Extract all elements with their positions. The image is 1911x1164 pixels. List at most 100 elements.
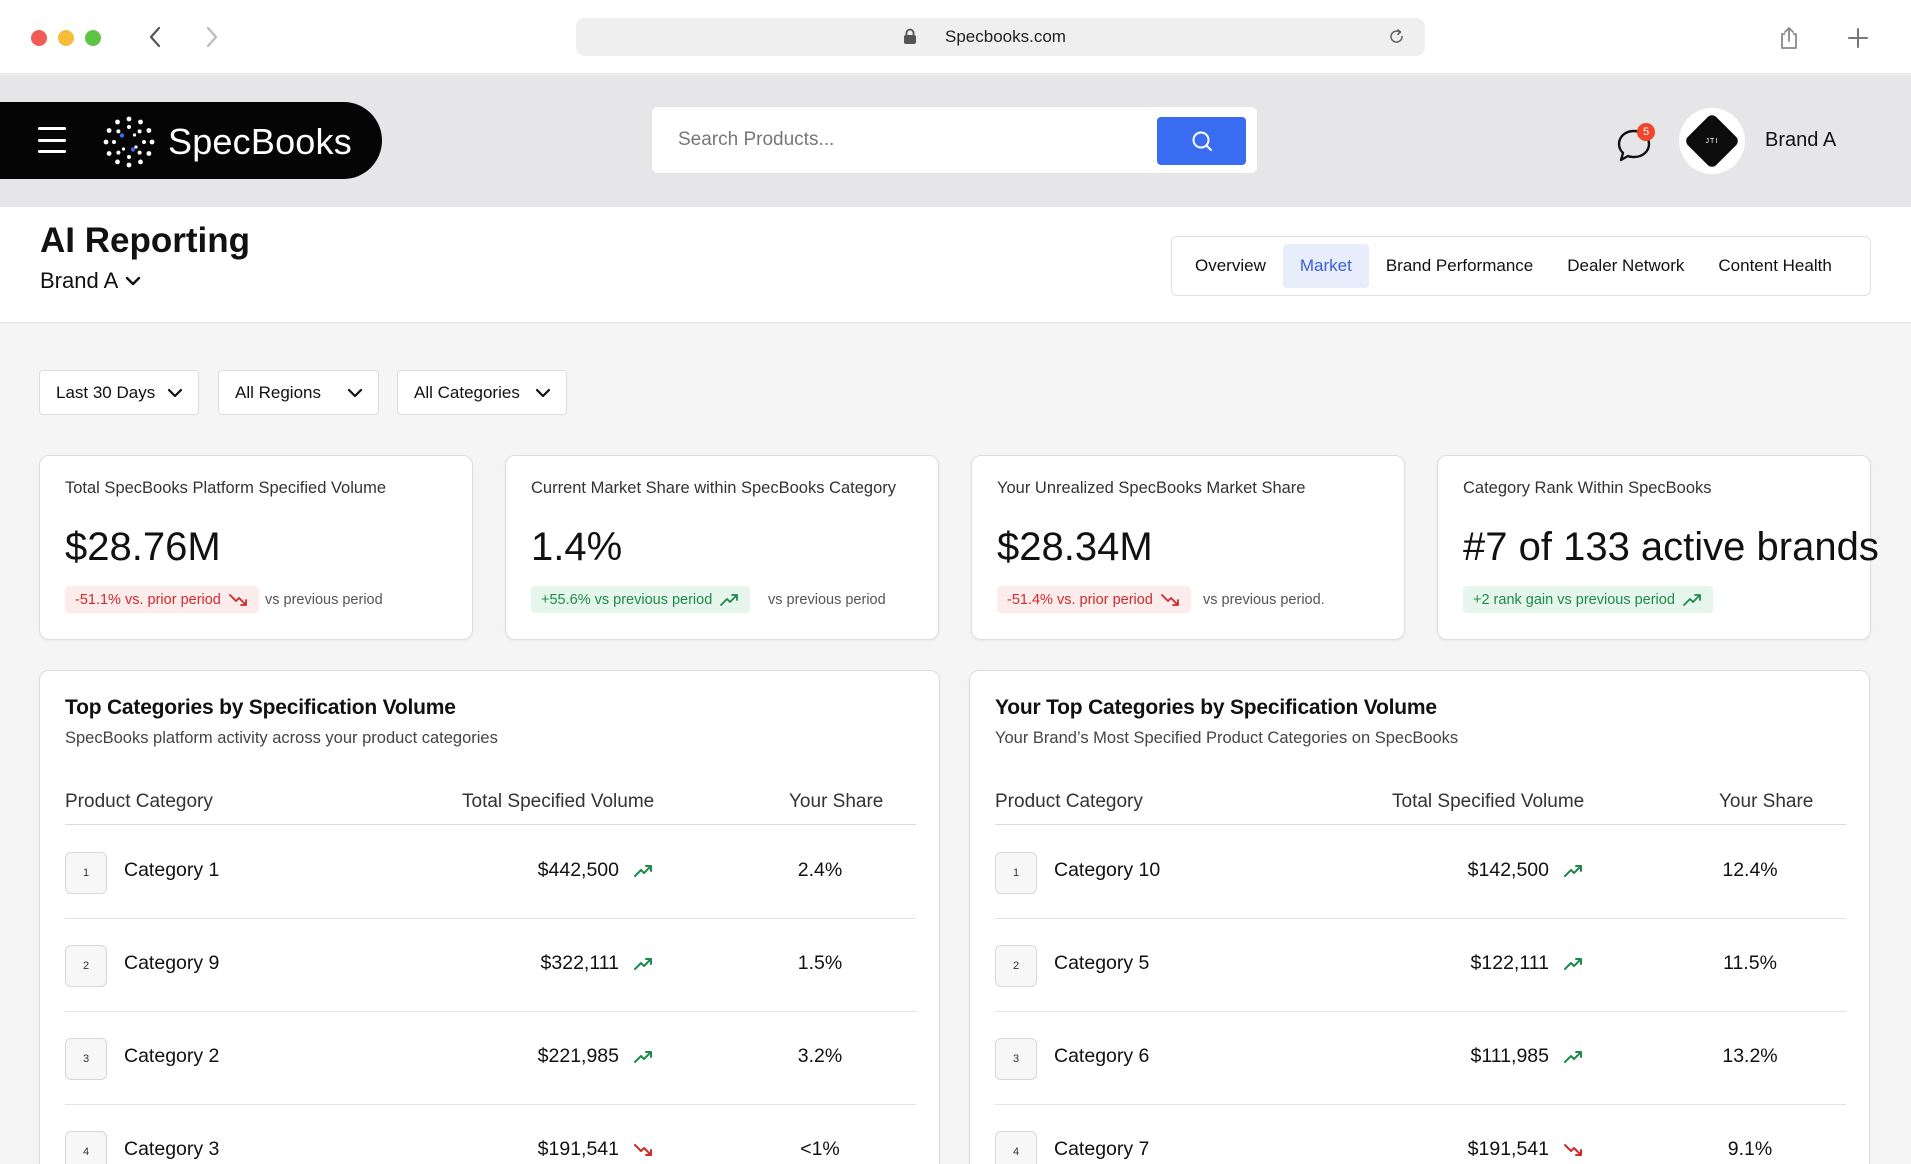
search-bar <box>652 107 1257 173</box>
kpi-comparison: vs previous period <box>768 592 886 608</box>
chevron-down-icon <box>126 276 141 286</box>
tab-overview[interactable]: Overview <box>1178 244 1283 288</box>
search-input[interactable] <box>652 107 1152 173</box>
rank-badge: 2 <box>65 945 107 987</box>
specified-volume: $122,111 <box>1355 952 1585 975</box>
lock-icon <box>903 28 917 50</box>
rank-badge: 4 <box>65 1131 107 1164</box>
category-name: Category 2 <box>124 1045 220 1067</box>
kpi-label: Total SpecBooks Platform Specified Volum… <box>65 479 387 497</box>
table-row[interactable]: 2 Category 9 $322,111 1.5% <box>65 919 916 1012</box>
your-share: 11.5% <box>1723 952 1777 974</box>
kpi-change-badge: -51.1% vs. prior period <box>65 586 259 613</box>
column-header-category: Product Category <box>65 791 213 812</box>
specified-volume: $442,500 <box>425 859 655 882</box>
top-categories-panel: Top Categories by Specification Volume S… <box>39 670 940 1164</box>
kpi-card-platform-volume: Total SpecBooks Platform Specified Volum… <box>39 455 473 640</box>
your-share: 12.4% <box>1722 859 1778 881</box>
new-tab-icon[interactable] <box>1842 22 1874 54</box>
page-header: AI Reporting Brand A Overview Market Bra… <box>0 207 1911 323</box>
brand-selector[interactable]: Brand A <box>40 268 142 294</box>
specified-volume: $142,500 <box>1355 859 1585 882</box>
category-name: Category 7 <box>1054 1138 1150 1160</box>
your-share: <1% <box>800 1138 840 1160</box>
url-text: Specbooks.com <box>945 27 1066 46</box>
panel-title: Top Categories by Specification Volume <box>65 696 456 719</box>
category-name: Category 3 <box>124 1138 220 1160</box>
table-row[interactable]: 4 Category 3 $191,541 <1% <box>65 1105 916 1164</box>
rank-badge: 1 <box>995 852 1037 894</box>
avatar[interactable]: JTI <box>1679 108 1745 174</box>
trend-down-icon <box>228 593 247 606</box>
menu-icon[interactable] <box>38 127 66 153</box>
table-row[interactable]: 3 Category 2 $221,985 3.2% <box>65 1012 916 1105</box>
trend-down-icon <box>1564 1143 1582 1156</box>
your-share: 9.1% <box>1727 1138 1773 1160</box>
table-row[interactable]: 4 Category 7 $191,541 9.1% <box>995 1105 1846 1164</box>
category-name: Category 1 <box>124 859 220 881</box>
tab-market[interactable]: Market <box>1282 244 1369 288</box>
specified-volume: $322,111 <box>425 952 655 975</box>
tab-brand-performance[interactable]: Brand Performance <box>1369 244 1550 288</box>
logo-text: SpecBooks <box>168 121 352 162</box>
minimize-window-button[interactable] <box>58 30 74 46</box>
address-bar[interactable]: Specbooks.com <box>576 18 1425 56</box>
trend-up-icon <box>1683 593 1701 606</box>
close-window-button[interactable] <box>31 30 47 46</box>
kpi-card-category-rank: Category Rank Within SpecBooks #7 of 133… <box>1437 455 1879 640</box>
your-top-categories-panel: Your Top Categories by Specification Vol… <box>969 670 1870 1164</box>
table-row[interactable]: 1 Category 1 $442,500 2.4% <box>65 826 916 919</box>
app-header: SpecBooks 5 JTI Brand A <box>0 75 1911 207</box>
tab-content-health[interactable]: Content Health <box>1701 244 1848 288</box>
region-filter[interactable]: All Regions <box>218 370 379 415</box>
rank-badge: 4 <box>995 1131 1037 1164</box>
specified-volume: $111,985 <box>1355 1045 1585 1068</box>
trend-down-icon <box>634 1143 652 1156</box>
kpi-comparison: vs previous period <box>265 592 383 608</box>
table-row[interactable]: 2 Category 5 $122,111 11.5% <box>995 919 1846 1012</box>
browser-chrome: Specbooks.com <box>0 0 1911 74</box>
trend-up-icon <box>1564 957 1582 970</box>
tab-dealer-network[interactable]: Dealer Network <box>1550 244 1701 288</box>
your-share: 3.2% <box>797 1045 843 1067</box>
user-name[interactable]: Brand A <box>1765 129 1836 152</box>
rank-badge: 3 <box>65 1038 107 1080</box>
category-name: Category 10 <box>1054 859 1161 881</box>
category-name: Category 9 <box>124 952 220 974</box>
maximize-window-button[interactable] <box>85 30 101 46</box>
kpi-value: 1.4% <box>531 525 623 569</box>
kpi-value: $28.34M <box>997 525 1153 569</box>
panel-title: Your Top Categories by Specification Vol… <box>995 696 1437 719</box>
category-filter[interactable]: All Categories <box>397 370 567 415</box>
column-header-volume: Total Specified Volume <box>462 791 655 812</box>
kpi-card-market-share: Current Market Share within SpecBooks Ca… <box>505 455 939 640</box>
trend-down-icon <box>1160 593 1179 606</box>
forward-arrow-icon[interactable] <box>197 22 227 52</box>
table-row[interactable]: 1 Category 10 $142,500 12.4% <box>995 826 1846 919</box>
column-header-category: Product Category <box>995 791 1143 812</box>
avatar-logo: JTI <box>1683 112 1741 170</box>
kpi-value: #7 of 133 active brands <box>1463 525 1879 569</box>
date-range-filter[interactable]: Last 30 Days <box>39 370 199 415</box>
table-header: Product Category Total Specified Volume … <box>995 783 1846 825</box>
reload-icon[interactable] <box>1388 28 1405 50</box>
panel-subtitle: SpecBooks platform activity across your … <box>65 729 498 747</box>
specified-volume: $221,985 <box>425 1045 655 1068</box>
your-share: 1.5% <box>797 952 843 974</box>
category-name: Category 5 <box>1054 952 1150 974</box>
specbooks-logo-icon <box>103 116 155 168</box>
brand-bar: SpecBooks <box>0 102 382 179</box>
table-row[interactable]: 3 Category 6 $111,985 13.2% <box>995 1012 1846 1105</box>
trend-up-icon <box>720 593 739 606</box>
category-name: Category 6 <box>1054 1045 1150 1067</box>
column-header-share: Your Share <box>1719 791 1814 812</box>
back-arrow-icon[interactable] <box>140 22 170 52</box>
page-title: AI Reporting <box>40 221 250 260</box>
share-icon[interactable] <box>1773 22 1805 54</box>
brand-selector-label: Brand A <box>40 268 119 293</box>
panel-subtitle: Your Brand’s Most Specified Product Cate… <box>995 729 1459 747</box>
chevron-down-icon <box>535 388 551 397</box>
specified-volume: $191,541 <box>425 1138 655 1161</box>
column-header-volume: Total Specified Volume <box>1392 791 1585 812</box>
search-button[interactable] <box>1157 117 1246 165</box>
